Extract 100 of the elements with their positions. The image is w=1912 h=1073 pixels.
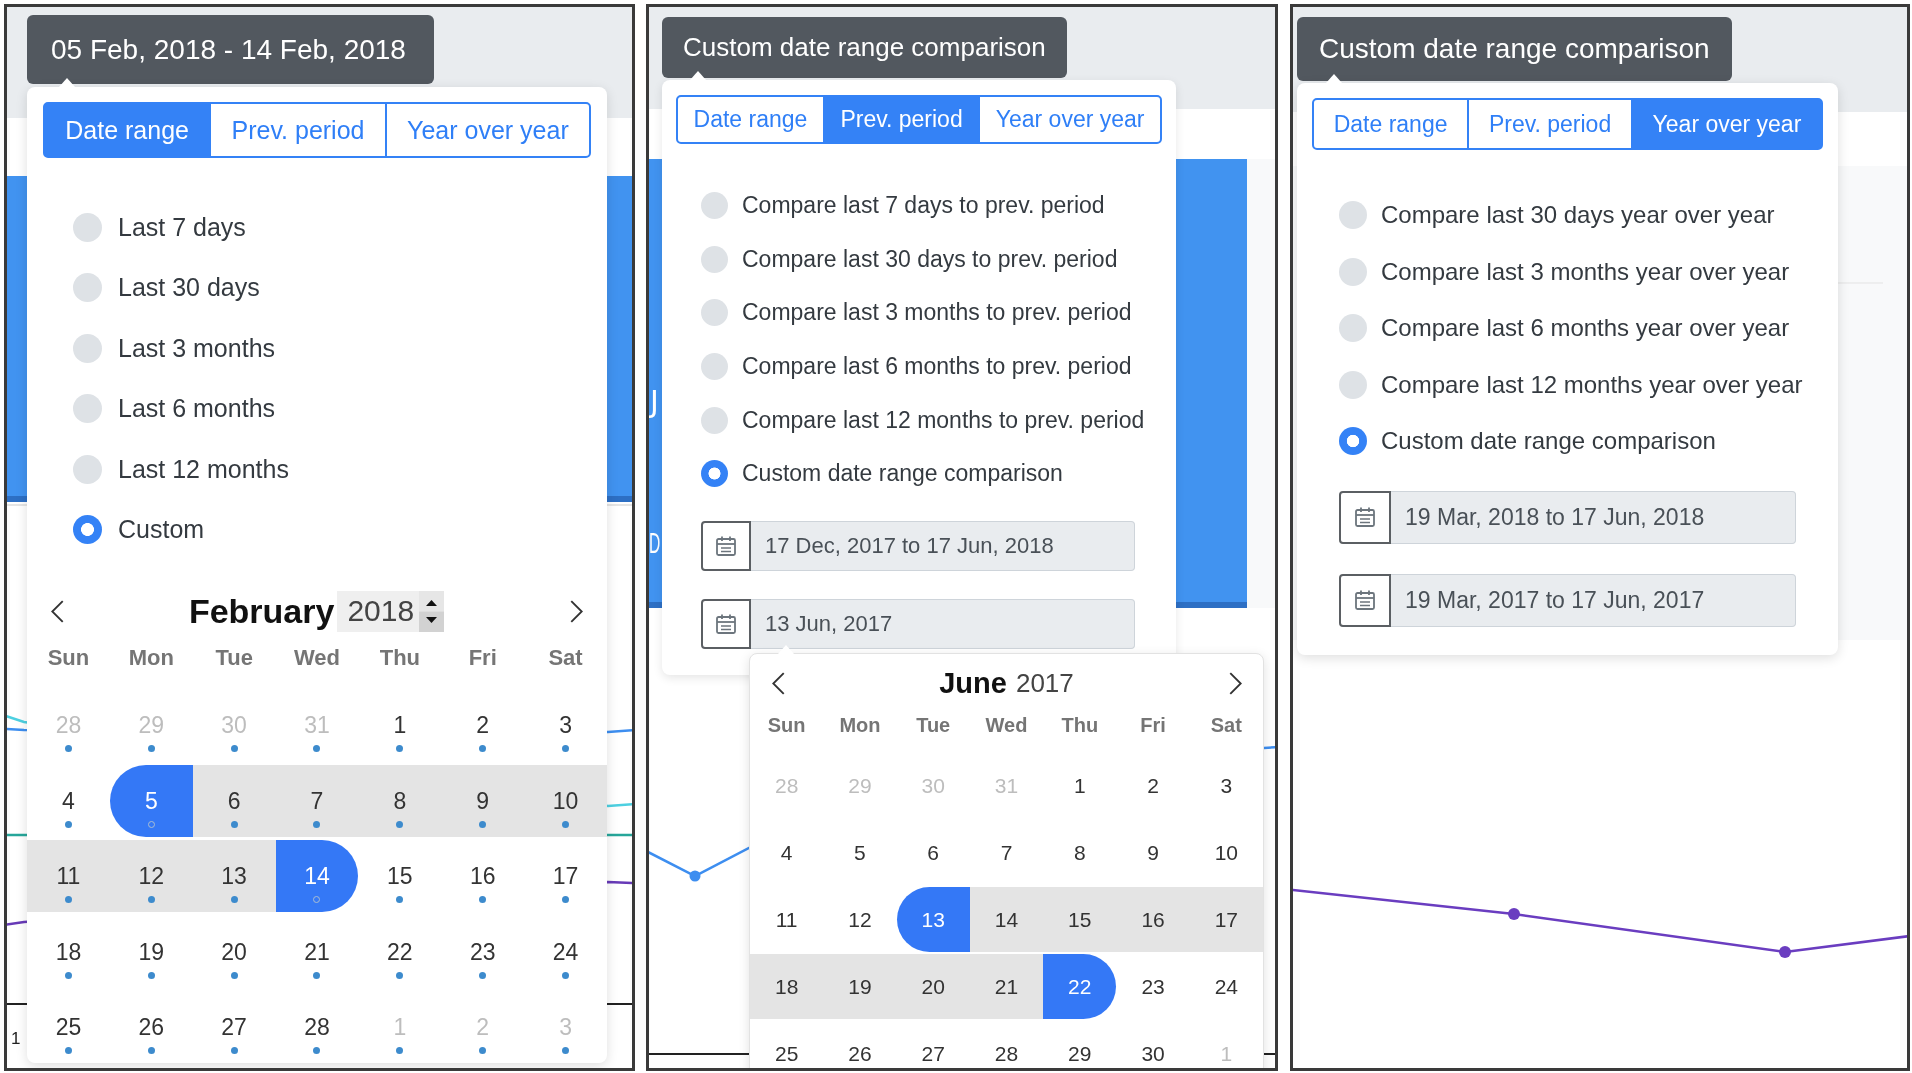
calendar-day[interactable]: 20: [192, 915, 276, 988]
spinner-arrows-icon[interactable]: [419, 590, 445, 632]
radio-button[interactable]: [73, 333, 102, 363]
calendar-day[interactable]: 28: [275, 991, 359, 1063]
calendar-day[interactable]: 5: [823, 820, 897, 886]
radio-button[interactable]: [73, 515, 102, 545]
date-range-button[interactable]: 05 Feb, 2018 - 14 Feb, 2018: [27, 15, 434, 84]
calendar-day[interactable]: 2: [441, 689, 525, 761]
calendar-day[interactable]: 19: [823, 954, 897, 1020]
calendar-day[interactable]: 10: [524, 764, 607, 837]
option-label[interactable]: Last 6 months: [118, 394, 276, 424]
calendar-day[interactable]: 24: [1189, 954, 1263, 1020]
tab[interactable]: Prev. period: [209, 102, 387, 158]
radio-button[interactable]: [701, 192, 728, 220]
option-label[interactable]: Compare last 3 months year over year: [1381, 257, 1790, 286]
radio-button[interactable]: [73, 273, 102, 303]
calendar-day[interactable]: 27: [192, 991, 276, 1063]
calendar-day[interactable]: 23: [1116, 954, 1190, 1020]
calendar-day[interactable]: 22: [1043, 954, 1117, 1020]
calendar-day[interactable]: 17: [524, 840, 607, 912]
calendar-day[interactable]: 14: [275, 840, 359, 912]
calendar-day[interactable]: 15: [1043, 887, 1117, 953]
option-label[interactable]: Custom date range comparison: [1381, 427, 1716, 456]
radio-button[interactable]: [1339, 370, 1367, 399]
option-label[interactable]: Compare last 7 days to prev. period: [742, 192, 1105, 220]
calendar-day[interactable]: 2: [1116, 753, 1190, 819]
calendar-day[interactable]: 7: [275, 764, 359, 837]
tab[interactable]: Prev. period: [822, 95, 981, 144]
calendar-day[interactable]: 20: [896, 954, 970, 1020]
radio-button[interactable]: [701, 299, 728, 327]
radio-button[interactable]: [1339, 427, 1367, 456]
calendar-day[interactable]: 18: [750, 954, 824, 1020]
tab[interactable]: Date range: [1312, 98, 1470, 150]
calendar-day[interactable]: 23: [441, 915, 525, 988]
tab[interactable]: Date range: [676, 95, 825, 144]
option-label[interactable]: Compare last 3 months to prev. period: [742, 299, 1132, 327]
option-label[interactable]: Compare last 6 months to prev. period: [742, 353, 1132, 381]
calendar-day[interactable]: 18: [27, 915, 110, 988]
calendar-day[interactable]: 6: [192, 764, 276, 837]
radio-button[interactable]: [73, 394, 102, 424]
calendar-day[interactable]: 11: [27, 840, 110, 912]
calendar-day[interactable]: 13: [896, 887, 970, 953]
radio-button[interactable]: [73, 212, 102, 242]
option-label[interactable]: Last 30 days: [118, 273, 260, 303]
calendar-day[interactable]: 27: [896, 1021, 970, 1068]
date-range-button[interactable]: Custom date range comparison: [662, 17, 1067, 78]
calendar-day[interactable]: 21: [275, 915, 359, 988]
calendar-day[interactable]: 25: [750, 1021, 824, 1068]
option-label[interactable]: Compare last 6 months year over year: [1381, 314, 1790, 343]
calendar-day[interactable]: 12: [823, 887, 897, 953]
date-input[interactable]: 19 Mar, 2018 to 17 Jun, 2018: [1391, 490, 1796, 544]
calendar-day[interactable]: 26: [109, 991, 193, 1063]
calendar-day[interactable]: 28: [969, 1021, 1044, 1068]
calendar-day[interactable]: 11: [750, 887, 824, 953]
calendar-day[interactable]: 10: [1189, 820, 1263, 886]
radio-button[interactable]: [701, 245, 728, 273]
calendar-day[interactable]: 9: [1116, 820, 1190, 886]
radio-button[interactable]: [1339, 201, 1367, 230]
tab[interactable]: Year over year: [978, 95, 1162, 144]
calendar-day[interactable]: 21: [969, 954, 1044, 1020]
calendar-day[interactable]: 25: [27, 991, 110, 1063]
calendar-day[interactable]: 4: [750, 820, 824, 886]
calendar-day[interactable]: 5: [109, 764, 193, 837]
calendar-day[interactable]: 16: [441, 840, 525, 912]
option-label[interactable]: Last 12 months: [118, 454, 289, 484]
calendar-day[interactable]: 7: [969, 820, 1044, 886]
option-label[interactable]: Custom: [118, 515, 205, 545]
calendar-day[interactable]: 15: [358, 840, 442, 912]
tab[interactable]: Year over year: [384, 102, 591, 158]
calendar-day[interactable]: 4: [27, 764, 110, 837]
calendar-day[interactable]: 29: [1043, 1021, 1117, 1068]
calendar-day[interactable]: 12: [109, 840, 193, 912]
tab[interactable]: Prev. period: [1467, 98, 1633, 150]
calendar-day[interactable]: 17: [1189, 887, 1263, 953]
option-label[interactable]: Last 3 months: [118, 333, 276, 363]
radio-button[interactable]: [73, 454, 102, 484]
calendar-day[interactable]: 9: [441, 764, 525, 837]
calendar-day[interactable]: 13: [192, 840, 276, 912]
radio-button[interactable]: [1339, 257, 1367, 286]
radio-button[interactable]: [701, 460, 728, 488]
option-label[interactable]: Compare last 12 months year over year: [1381, 370, 1803, 399]
calendar-day[interactable]: 8: [358, 764, 442, 837]
radio-button[interactable]: [1339, 314, 1367, 343]
radio-button[interactable]: [701, 353, 728, 381]
year-field[interactable]: 2018: [337, 590, 445, 632]
option-label[interactable]: Last 7 days: [118, 212, 246, 242]
date-input[interactable]: 17 Dec, 2017 to 17 Jun, 2018: [751, 520, 1135, 571]
calendar-day[interactable]: 1: [358, 689, 442, 761]
calendar-day[interactable]: 22: [358, 915, 442, 988]
calendar-day[interactable]: 30: [1116, 1021, 1190, 1068]
calendar-day[interactable]: 1: [1043, 753, 1117, 819]
calendar-day[interactable]: 19: [109, 915, 193, 988]
calendar-day[interactable]: 3: [524, 689, 607, 761]
calendar-day[interactable]: 6: [896, 820, 970, 886]
option-label[interactable]: Compare last 30 days year over year: [1381, 201, 1775, 230]
date-input[interactable]: 19 Mar, 2017 to 17 Jun, 2017: [1391, 573, 1796, 627]
tab[interactable]: Date range: [43, 102, 212, 158]
option-label[interactable]: Compare last 12 months to prev. period: [742, 406, 1145, 434]
calendar-day[interactable]: 14: [969, 887, 1044, 953]
tab[interactable]: Year over year: [1630, 98, 1823, 150]
